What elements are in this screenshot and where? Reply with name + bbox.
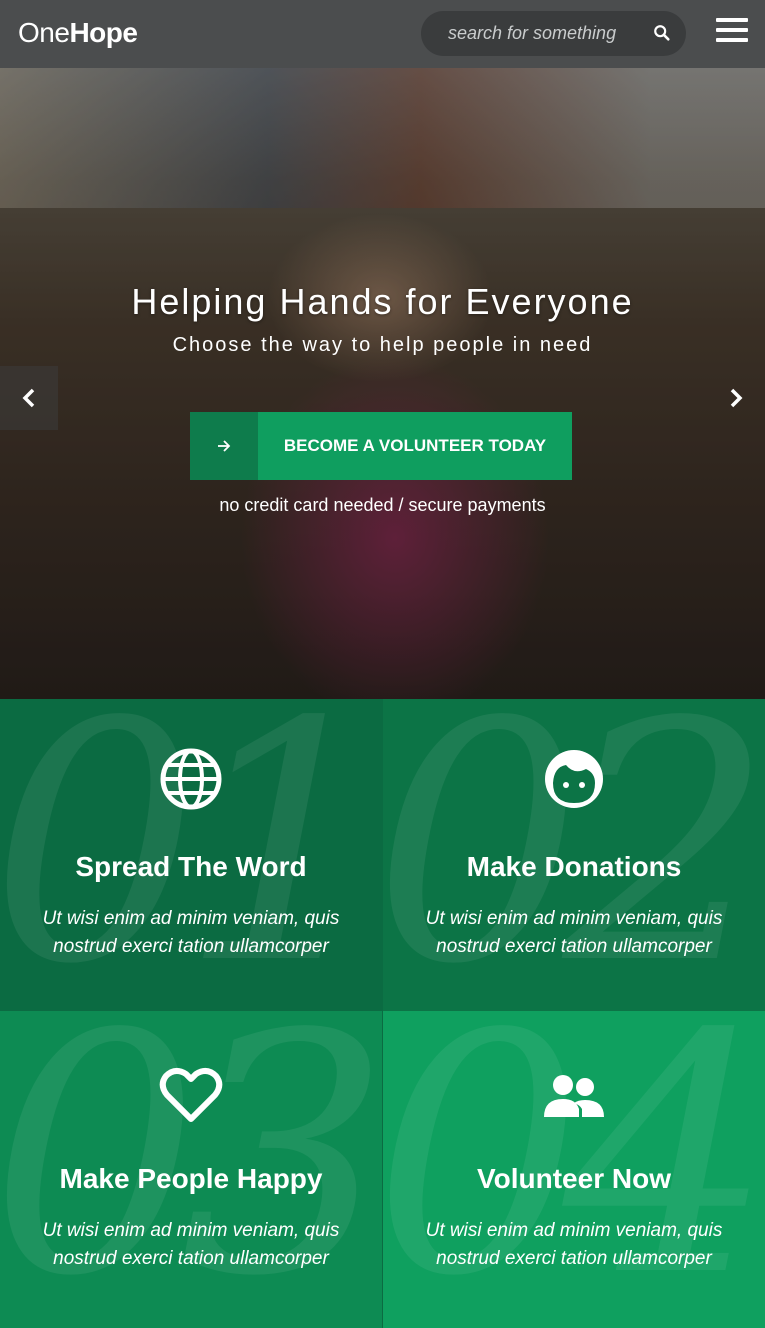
hero-subtitle: Choose the way to help people in need bbox=[172, 334, 593, 356]
logo[interactable]: OneHope bbox=[18, 17, 138, 49]
feature-text: Ut wisi enim ad minim veniam, quis nostr… bbox=[425, 1220, 723, 1269]
site-header: OneHope bbox=[0, 0, 765, 68]
feature-text: Ut wisi enim ad minim veniam, quis nostr… bbox=[42, 908, 340, 957]
hamburger-menu-icon[interactable] bbox=[716, 18, 748, 44]
logo-text-one: One bbox=[18, 17, 70, 48]
face-icon bbox=[545, 750, 603, 808]
features-grid: 01 Spread The Word Ut wisi enim ad minim… bbox=[0, 699, 765, 1328]
become-volunteer-button[interactable]: BECOME A VOLUNTEER TODAY bbox=[190, 412, 572, 480]
feature-title: Volunteer Now bbox=[477, 1163, 671, 1194]
feature-text: Ut wisi enim ad minim veniam, quis nostr… bbox=[42, 1220, 340, 1269]
feature-card-make-people-happy[interactable]: 03 Make People Happy Ut wisi enim ad min… bbox=[0, 1011, 382, 1328]
logo-text-hope: Hope bbox=[69, 17, 138, 48]
feature-card-spread-the-word[interactable]: 01 Spread The Word Ut wisi enim ad minim… bbox=[0, 699, 382, 1011]
search-input[interactable] bbox=[448, 23, 648, 44]
arrow-right-icon bbox=[218, 440, 231, 452]
slider-prev-button[interactable] bbox=[0, 366, 58, 430]
globe-icon bbox=[160, 748, 222, 810]
feature-text: Ut wisi enim ad minim veniam, quis nostr… bbox=[425, 908, 723, 957]
feature-title: Spread The Word bbox=[75, 851, 307, 882]
chevron-left-icon bbox=[22, 388, 35, 408]
users-icon bbox=[544, 1075, 604, 1117]
slider-next-button[interactable] bbox=[707, 366, 765, 430]
hero-slider: Helping Hands for Everyone Choose the wa… bbox=[0, 68, 765, 699]
cta-icon-box bbox=[190, 412, 258, 480]
chevron-right-icon bbox=[730, 388, 743, 408]
feature-title: Make Donations bbox=[466, 851, 682, 882]
hero-title: Helping Hands for Everyone bbox=[131, 281, 634, 322]
hero-note: no credit card needed / secure payments bbox=[219, 495, 546, 515]
search-icon[interactable] bbox=[653, 24, 671, 42]
cta-label: BECOME A VOLUNTEER TODAY bbox=[258, 412, 572, 480]
feature-title: Make People Happy bbox=[59, 1163, 323, 1194]
heart-icon bbox=[159, 1068, 223, 1122]
search-box bbox=[421, 11, 686, 56]
feature-card-volunteer-now[interactable]: 04 Volunteer Now Ut wisi enim ad minim v… bbox=[383, 1011, 765, 1328]
feature-card-make-donations[interactable]: 02 Make Donations Ut wisi enim ad minim … bbox=[383, 699, 765, 1011]
